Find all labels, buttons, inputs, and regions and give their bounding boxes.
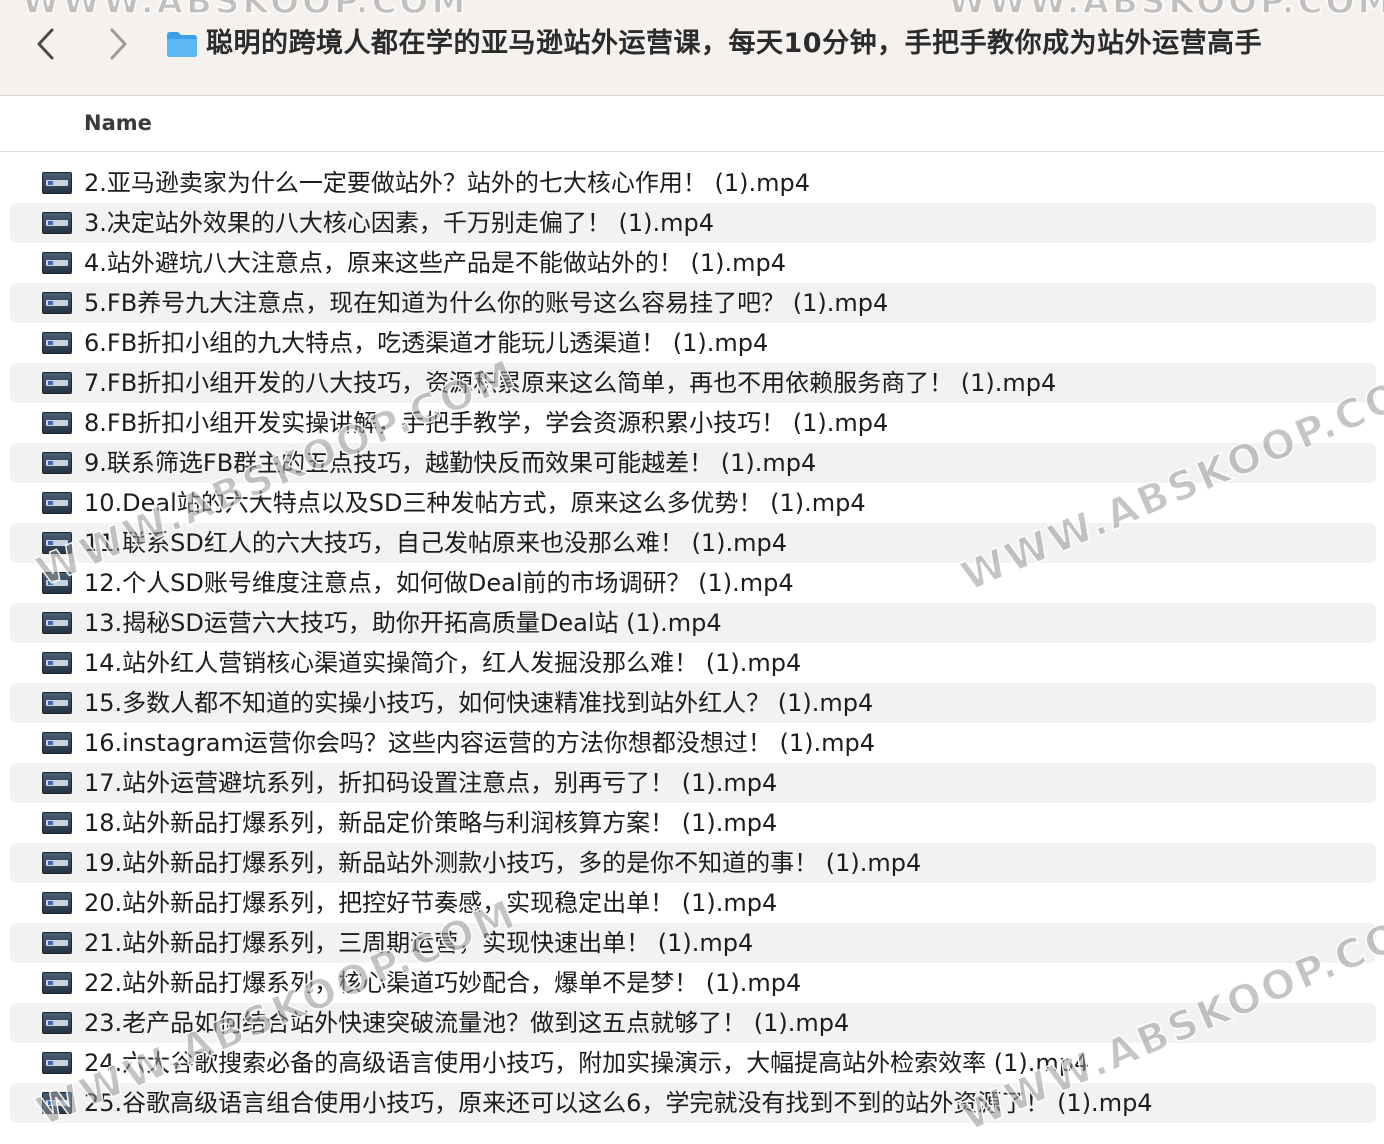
file-name: 22.站外新品打爆系列，核心渠道巧妙配合，爆单不是梦！ (1).mp4 (84, 969, 802, 997)
file-row[interactable]: 21.站外新品打爆系列，三周期运营，实现快速出单！ (1).mp4 (10, 923, 1376, 963)
title-area: 聪明的跨境人都在学的亚马逊站外运营课，每天10分钟，手把手教你成为站外运营高手 (166, 26, 1262, 62)
file-list: 2.亚马逊卖家为什么一定要做站外？站外的七大核心作用！ (1).mp4 3.决定… (0, 163, 1384, 1123)
video-thumbnail-icon (42, 452, 72, 474)
file-name: 15.多数人都不知道的实操小技巧，如何快速精准找到站外红人？ (1).mp4 (84, 689, 874, 717)
file-row[interactable]: 15.多数人都不知道的实操小技巧，如何快速精准找到站外红人？ (1).mp4 (10, 683, 1376, 723)
folder-icon (167, 32, 197, 57)
column-name-header[interactable]: Name (84, 110, 152, 136)
video-thumbnail-icon (42, 292, 72, 314)
file-name: 9.联系筛选FB群主的五点技巧，越勤快反而效果可能越差！ (1).mp4 (84, 449, 817, 477)
file-row[interactable]: 3.决定站外效果的八大核心因素，千万别走偏了！ (1).mp4 (10, 203, 1376, 243)
chevron-left-icon (37, 28, 54, 60)
file-name: 20.站外新品打爆系列，把控好节奏感，实现稳定出单！ (1).mp4 (84, 889, 778, 917)
file-row[interactable]: 9.联系筛选FB群主的五点技巧，越勤快反而效果可能越差！ (1).mp4 (10, 443, 1376, 483)
video-thumbnail-icon (42, 1092, 72, 1114)
file-row[interactable]: 18.站外新品打爆系列，新品定价策略与利润核算方案！ (1).mp4 (0, 803, 1384, 843)
video-thumbnail-icon (42, 172, 72, 194)
video-thumbnail-icon (42, 612, 72, 634)
video-thumbnail-icon (42, 332, 72, 354)
file-name: 24.六大谷歌搜索必备的高级语言使用小技巧，附加实操演示，大幅提高站外检索效率 … (84, 1049, 1090, 1077)
file-name: 7.FB折扣小组开发的八大技巧，资源积累原来这么简单，再也不用依赖服务商了！ (… (84, 369, 1057, 397)
file-row[interactable]: 20.站外新品打爆系列，把控好节奏感，实现稳定出单！ (1).mp4 (0, 883, 1384, 923)
video-thumbnail-icon (42, 1052, 72, 1074)
file-row[interactable]: 10.Deal站的六大特点以及SD三种发帖方式，原来这么多优势！ (1).mp4 (0, 483, 1384, 523)
file-name: 6.FB折扣小组的九大特点，吃透渠道才能玩儿透渠道！ (1).mp4 (84, 329, 769, 357)
file-name: 19.站外新品打爆系列，新品站外测款小技巧，多的是你不知道的事！ (1).mp4 (84, 849, 922, 877)
file-row[interactable]: 4.站外避坑八大注意点，原来这些产品是不能做站外的！ (1).mp4 (0, 243, 1384, 283)
file-row[interactable]: 7.FB折扣小组开发的八大技巧，资源积累原来这么简单，再也不用依赖服务商了！ (… (10, 363, 1376, 403)
file-row[interactable]: 6.FB折扣小组的九大特点，吃透渠道才能玩儿透渠道！ (1).mp4 (0, 323, 1384, 363)
video-thumbnail-icon (42, 892, 72, 914)
file-row[interactable]: 12.个人SD账号维度注意点，如何做Deal前的市场调研？ (1).mp4 (0, 563, 1384, 603)
file-name: 5.FB养号九大注意点，现在知道为什么你的账号这么容易挂了吧？ (1).mp4 (84, 289, 889, 317)
finder-window: 聪明的跨境人都在学的亚马逊站外运营课，每天10分钟，手把手教你成为站外运营高手 … (0, 0, 1384, 1144)
file-row[interactable]: 14.站外红人营销核心渠道实操简介，红人发掘没那么难！ (1).mp4 (0, 643, 1384, 683)
file-row[interactable]: 22.站外新品打爆系列，核心渠道巧妙配合，爆单不是梦！ (1).mp4 (0, 963, 1384, 1003)
back-button[interactable] (26, 22, 66, 66)
file-name: 16.instagram运营你会吗？这些内容运营的方法你想都没想过！ (1).m… (84, 729, 875, 757)
file-row[interactable]: 8.FB折扣小组开发实操讲解，手把手教学，学会资源积累小技巧！ (1).mp4 (0, 403, 1384, 443)
file-name: 25.谷歌高级语言组合使用小技巧，原来还可以这么6，学完就没有找到不到的站外资源… (84, 1089, 1153, 1117)
video-thumbnail-icon (42, 852, 72, 874)
file-name: 12.个人SD账号维度注意点，如何做Deal前的市场调研？ (1).mp4 (84, 569, 794, 597)
chevron-right-icon (110, 28, 127, 60)
file-row[interactable]: 13.揭秘SD运营六大技巧，助你开拓高质量Deal站 (1).mp4 (10, 603, 1376, 643)
file-name: 11.联系SD红人的六大技巧，自己发帖原来也没那么难！ (1).mp4 (84, 529, 788, 557)
video-thumbnail-icon (42, 652, 72, 674)
file-row[interactable]: 23.老产品如何结合站外快速突破流量池？做到这五点就够了！ (1).mp4 (10, 1003, 1376, 1043)
file-name: 2.亚马逊卖家为什么一定要做站外？站外的七大核心作用！ (1).mp4 (84, 169, 811, 197)
file-name: 17.站外运营避坑系列，折扣码设置注意点，别再亏了！ (1).mp4 (84, 769, 778, 797)
video-thumbnail-icon (42, 812, 72, 834)
video-thumbnail-icon (42, 532, 72, 554)
file-name: 3.决定站外效果的八大核心因素，千万别走偏了！ (1).mp4 (84, 209, 715, 237)
video-thumbnail-icon (42, 932, 72, 954)
video-thumbnail-icon (42, 692, 72, 714)
forward-button[interactable] (98, 22, 138, 66)
window-title: 聪明的跨境人都在学的亚马逊站外运营课，每天10分钟，手把手教你成为站外运营高手 (206, 28, 1263, 59)
column-header: Name (0, 96, 1384, 152)
video-thumbnail-icon (42, 572, 72, 594)
file-name: 8.FB折扣小组开发实操讲解，手把手教学，学会资源积累小技巧！ (1).mp4 (84, 409, 889, 437)
video-thumbnail-icon (42, 412, 72, 434)
file-name: 14.站外红人营销核心渠道实操简介，红人发掘没那么难！ (1).mp4 (84, 649, 802, 677)
file-row[interactable]: 17.站外运营避坑系列，折扣码设置注意点，别再亏了！ (1).mp4 (10, 763, 1376, 803)
file-row[interactable]: 2.亚马逊卖家为什么一定要做站外？站外的七大核心作用！ (1).mp4 (0, 163, 1384, 203)
video-thumbnail-icon (42, 772, 72, 794)
toolbar: 聪明的跨境人都在学的亚马逊站外运营课，每天10分钟，手把手教你成为站外运营高手 (0, 0, 1384, 96)
video-thumbnail-icon (42, 252, 72, 274)
file-row[interactable]: 16.instagram运营你会吗？这些内容运营的方法你想都没想过！ (1).m… (0, 723, 1384, 763)
video-thumbnail-icon (42, 1012, 72, 1034)
file-row[interactable]: 24.六大谷歌搜索必备的高级语言使用小技巧，附加实操演示，大幅提高站外检索效率 … (0, 1043, 1384, 1083)
file-row[interactable]: 25.谷歌高级语言组合使用小技巧，原来还可以这么6，学完就没有找到不到的站外资源… (10, 1083, 1376, 1123)
file-name: 10.Deal站的六大特点以及SD三种发帖方式，原来这么多优势！ (1).mp4 (84, 489, 866, 517)
file-name: 18.站外新品打爆系列，新品定价策略与利润核算方案！ (1).mp4 (84, 809, 778, 837)
video-thumbnail-icon (42, 372, 72, 394)
file-row[interactable]: 5.FB养号九大注意点，现在知道为什么你的账号这么容易挂了吧？ (1).mp4 (10, 283, 1376, 323)
video-thumbnail-icon (42, 492, 72, 514)
file-name: 13.揭秘SD运营六大技巧，助你开拓高质量Deal站 (1).mp4 (84, 609, 722, 637)
file-row[interactable]: 11.联系SD红人的六大技巧，自己发帖原来也没那么难！ (1).mp4 (10, 523, 1376, 563)
file-row[interactable]: 19.站外新品打爆系列，新品站外测款小技巧，多的是你不知道的事！ (1).mp4 (10, 843, 1376, 883)
file-name: 21.站外新品打爆系列，三周期运营，实现快速出单！ (1).mp4 (84, 929, 754, 957)
video-thumbnail-icon (42, 972, 72, 994)
video-thumbnail-icon (42, 212, 72, 234)
file-name: 23.老产品如何结合站外快速突破流量池？做到这五点就够了！ (1).mp4 (84, 1009, 850, 1037)
video-thumbnail-icon (42, 732, 72, 754)
file-name: 4.站外避坑八大注意点，原来这些产品是不能做站外的！ (1).mp4 (84, 249, 787, 277)
